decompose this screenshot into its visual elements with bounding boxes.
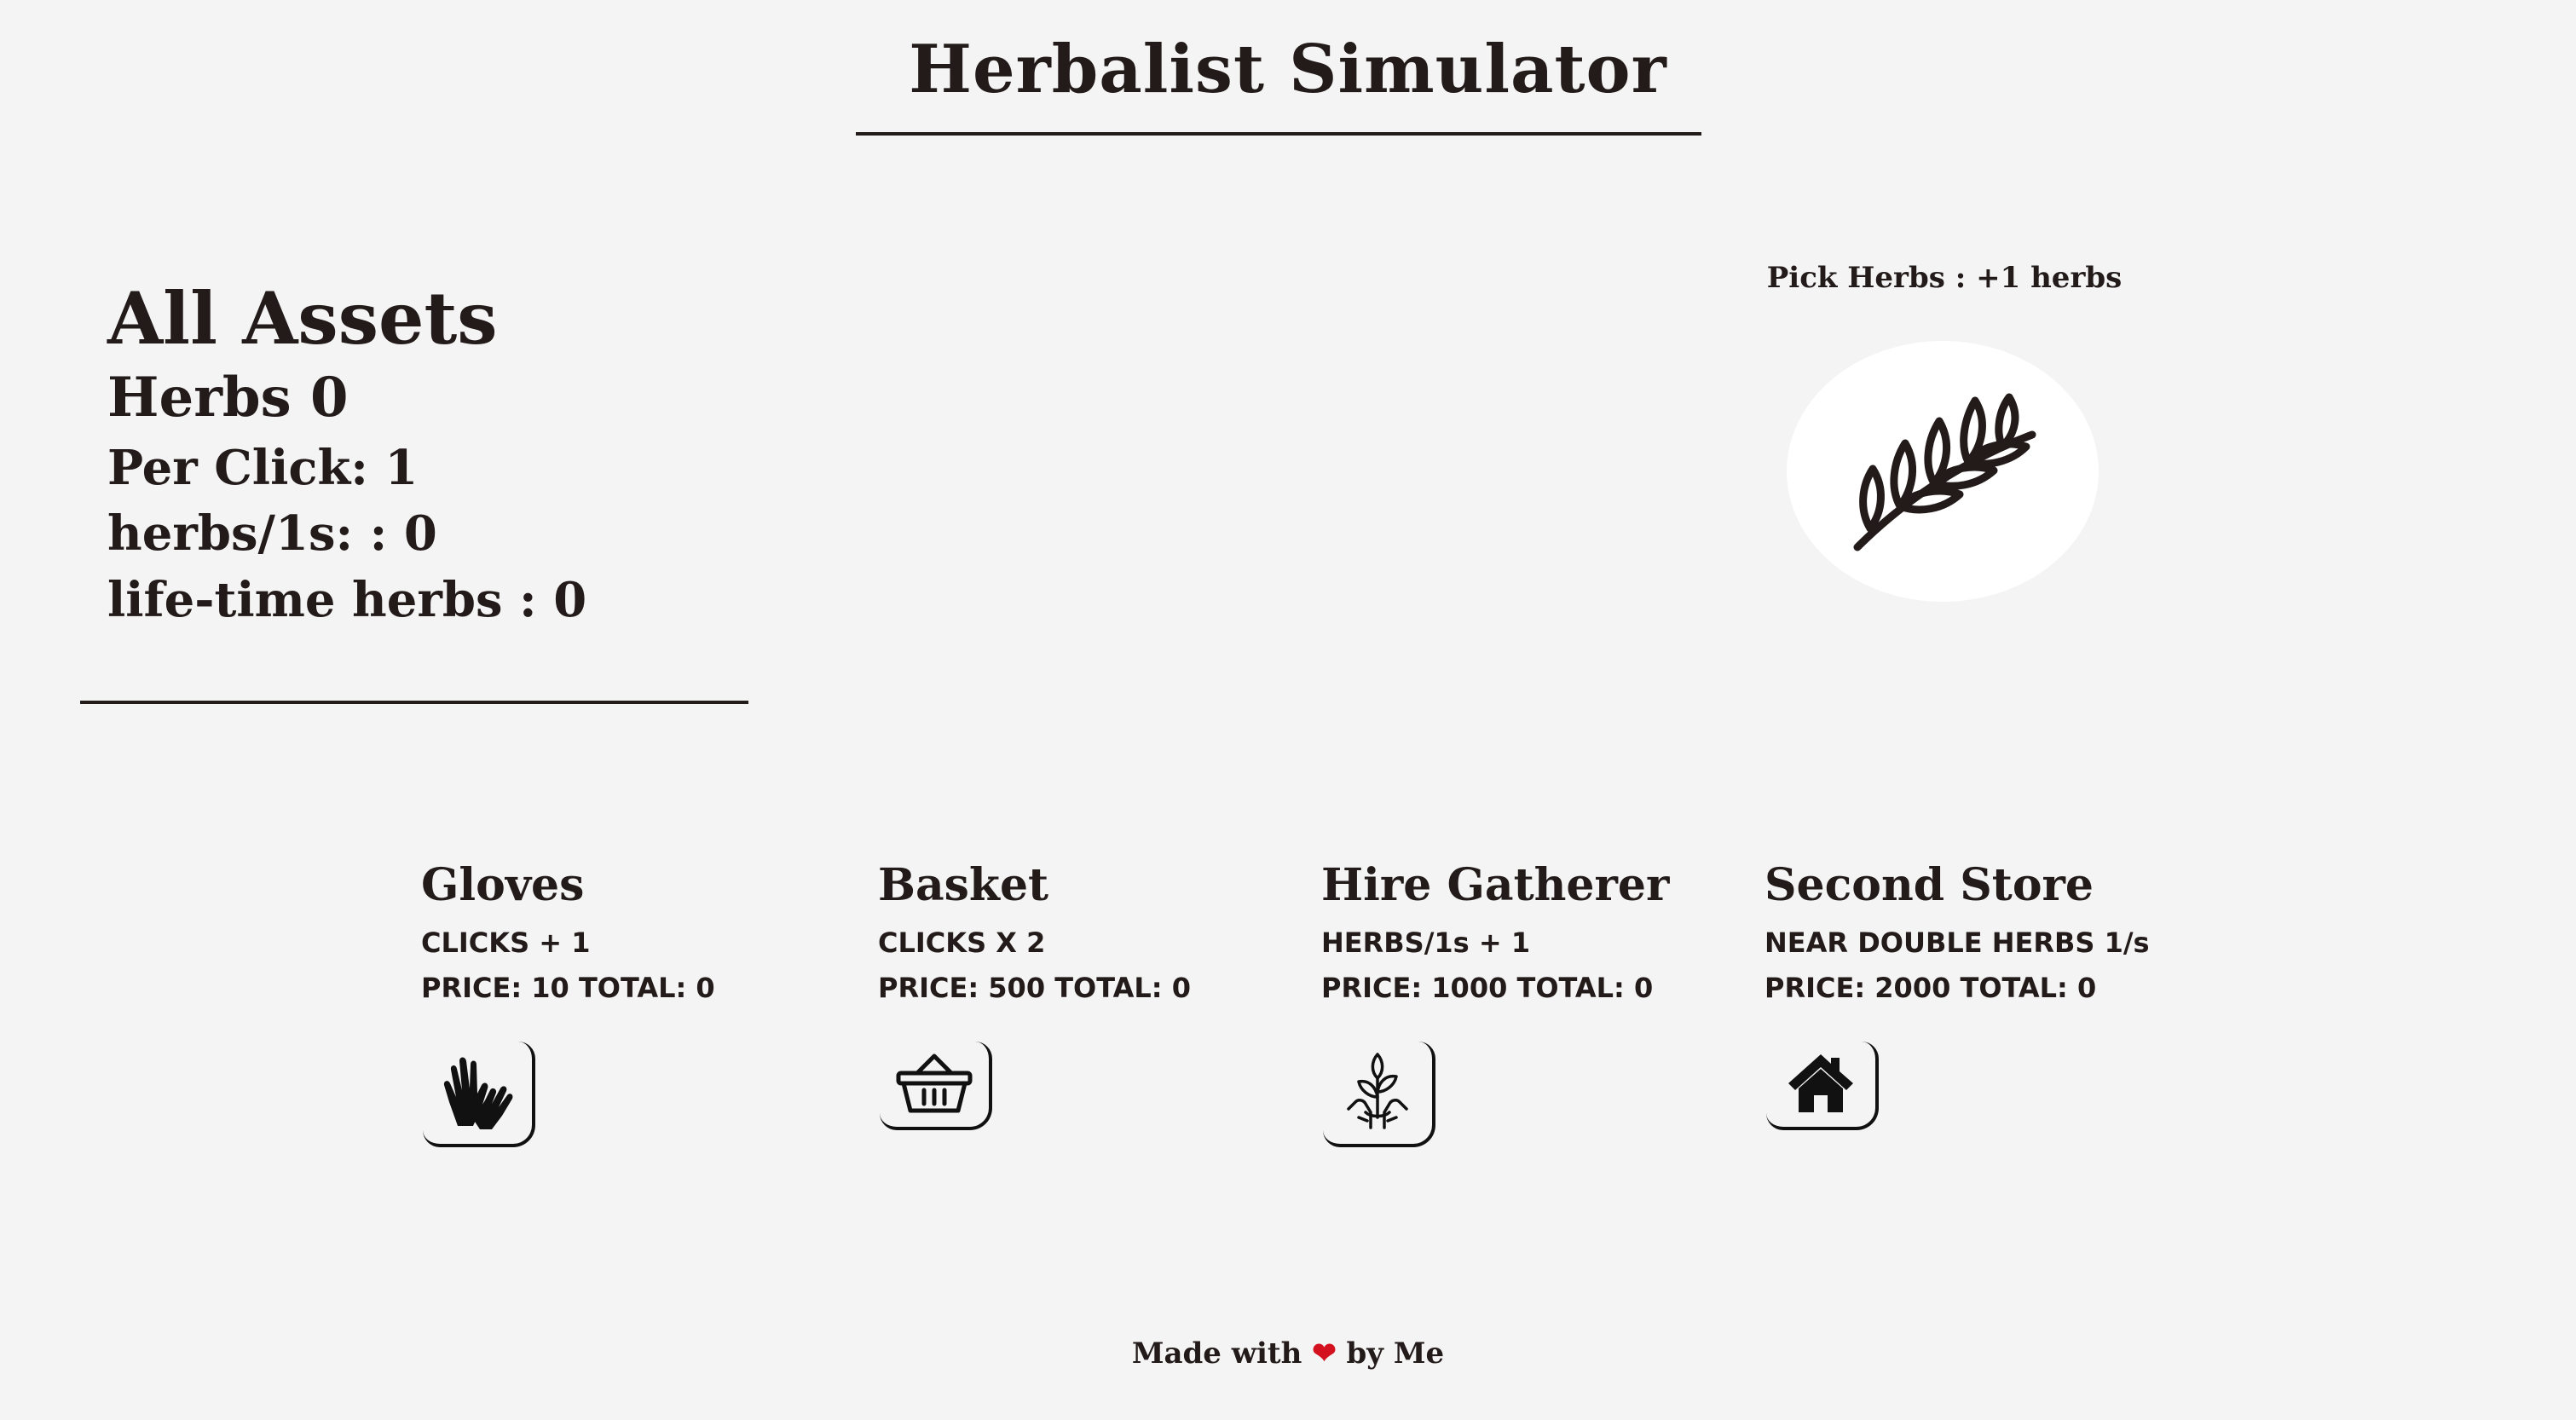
plant-in-hands-icon <box>1343 1049 1412 1137</box>
title-divider <box>856 132 1701 136</box>
shop-item-price: PRICE: 1000 TOTAL: 0 <box>1321 971 1654 1004</box>
pick-herbs-button[interactable] <box>1787 341 2099 602</box>
shop-item-name: Second Store <box>1765 859 2094 911</box>
buy-gloves-button[interactable] <box>423 1042 535 1147</box>
shop-item-price: PRICE: 10 TOTAL: 0 <box>421 971 715 1004</box>
shop-item-hire-gatherer: Hire Gatherer HERBS/1s + 1 PRICE: 1000 T… <box>1321 859 1765 1147</box>
page-title: Herbalist Simulator <box>909 31 1667 108</box>
lifetime-herbs-stat: life-time herbs : 0 <box>107 571 587 628</box>
footer: Made with ❤ by Me <box>0 1336 2576 1371</box>
assets-panel: All Assets Herbs 0 Per Click: 1 herbs/1s… <box>107 276 587 641</box>
shop-item-name: Hire Gatherer <box>1321 859 1670 911</box>
buy-second-store-button[interactable] <box>1766 1042 1879 1130</box>
shop-item-name: Gloves <box>421 859 585 911</box>
shop-item-effect: NEAR DOUBLE HERBS 1/s <box>1765 926 2150 960</box>
basket-icon <box>893 1049 975 1120</box>
shop-item-price: PRICE: 2000 TOTAL: 0 <box>1765 971 2097 1004</box>
assets-divider <box>80 701 748 704</box>
herb-branch-icon <box>1840 377 2045 567</box>
shop-item-effect: CLICKS X 2 <box>878 926 1046 960</box>
house-icon <box>1787 1051 1855 1118</box>
per-click-stat: Per Click: 1 <box>107 439 419 496</box>
shop-item-price: PRICE: 500 TOTAL: 0 <box>878 971 1191 1004</box>
herbs-count: Herbs 0 <box>107 366 349 430</box>
footer-suffix: by Me <box>1346 1336 1445 1371</box>
shop-item-effect: CLICKS + 1 <box>421 926 591 960</box>
shop-item-effect: HERBS/1s + 1 <box>1321 926 1531 960</box>
assets-heading: All Assets <box>107 276 498 361</box>
footer-prefix: Made with <box>1131 1336 1302 1371</box>
shop-item-basket: Basket CLICKS X 2 PRICE: 500 TOTAL: 0 <box>878 859 1321 1130</box>
buy-gatherer-button[interactable] <box>1323 1042 1435 1147</box>
pick-herbs-label: Pick Herbs : +1 herbs <box>1766 261 2123 295</box>
buy-basket-button[interactable] <box>880 1042 992 1130</box>
shop-item-gloves: Gloves CLICKS + 1 PRICE: 10 TOTAL: 0 <box>421 859 864 1147</box>
heart-icon: ❤ <box>1312 1336 1337 1371</box>
shop-item-name: Basket <box>878 859 1049 911</box>
shop-item-second-store: Second Store NEAR DOUBLE HERBS 1/s PRICE… <box>1765 859 2208 1130</box>
gloves-icon <box>439 1051 516 1135</box>
herbs-per-second-stat: herbs/1s: : 0 <box>107 505 437 563</box>
